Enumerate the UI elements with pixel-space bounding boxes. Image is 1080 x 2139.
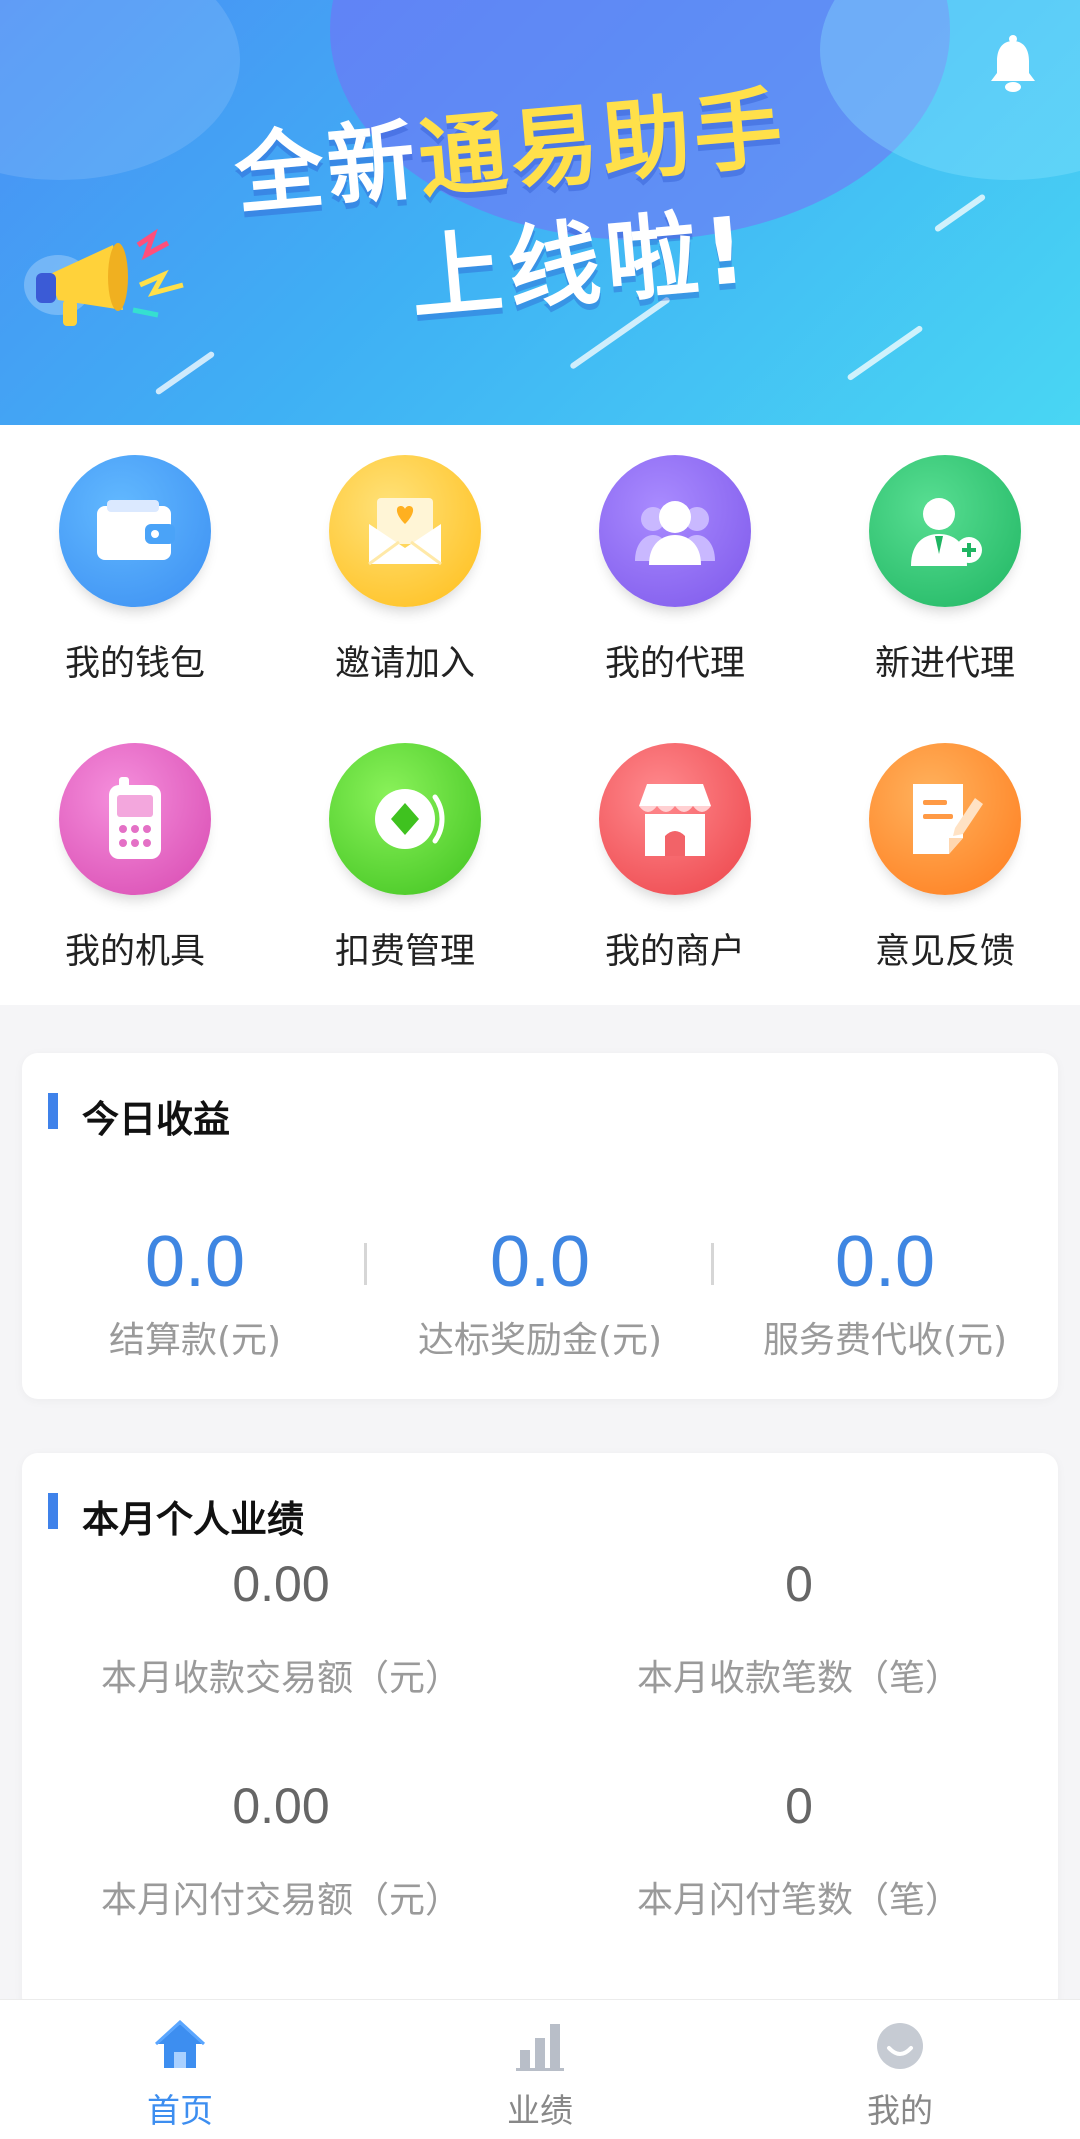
tab-home[interactable]: 首页 bbox=[0, 2000, 360, 2139]
stat-label: 服务费代收(元) bbox=[762, 1320, 1008, 1361]
menu-item-new-agents[interactable]: 新进代理 bbox=[810, 425, 1080, 695]
stat-value: 0.0 bbox=[144, 1222, 246, 1302]
stat-value: 0.00 bbox=[232, 1556, 330, 1612]
banner-decoration bbox=[154, 350, 216, 396]
section-title: 本月个人业绩 bbox=[82, 1498, 304, 1541]
stat-label: 达标奖励金(元) bbox=[417, 1320, 663, 1361]
menu-item-wallet[interactable]: 我的钱包 bbox=[0, 425, 270, 695]
banner-decoration bbox=[933, 193, 987, 233]
shop-icon bbox=[599, 743, 751, 895]
bar-chart-icon bbox=[516, 2024, 564, 2071]
banner-title-line2: 上线啦! bbox=[406, 196, 757, 333]
invite-envelope-icon bbox=[329, 455, 481, 607]
menu-item-label: 我的钱包 bbox=[64, 644, 205, 684]
tab-label: 业绩 bbox=[507, 2091, 573, 2130]
menu-item-my-agents[interactable]: 我的代理 bbox=[540, 425, 810, 695]
fee-coin-icon bbox=[329, 743, 481, 895]
promo-banner[interactable]: 全新通易助手 上线啦! bbox=[0, 0, 1080, 425]
tab-profile[interactable]: 我的 bbox=[720, 2000, 1080, 2139]
stat-value: 0.0 bbox=[489, 1222, 591, 1302]
today-earnings-card: 今日收益 0.0 结算款(元) 0.0 达标奖励金(元) 0.0 服务费代收(元… bbox=[22, 1053, 1058, 1399]
function-menu: 我的钱包 邀请加入 我的代理 新进代理 我的机具 扣费管理 我的商户 意见反馈 bbox=[0, 425, 1080, 1005]
add-agent-icon bbox=[869, 455, 1021, 607]
feedback-note-icon bbox=[869, 743, 1021, 895]
stat-value: 0 bbox=[785, 1778, 813, 1834]
stat-label: 结算款(元) bbox=[108, 1320, 282, 1361]
banner-decoration bbox=[0, 0, 240, 180]
menu-item-label: 我的机具 bbox=[64, 932, 205, 972]
bell-icon[interactable] bbox=[985, 35, 1041, 95]
stat-label: 本月闪付笔数（笔） bbox=[636, 1880, 961, 1921]
stat-label: 本月收款笔数（笔） bbox=[636, 1658, 961, 1699]
menu-item-my-devices[interactable]: 我的机具 bbox=[0, 713, 270, 983]
tab-label: 我的 bbox=[867, 2091, 933, 2130]
section-marker bbox=[48, 1493, 58, 1529]
home-icon bbox=[154, 2020, 206, 2068]
stat-label: 本月收款交易额（元） bbox=[100, 1658, 461, 1699]
menu-item-label: 扣费管理 bbox=[334, 932, 475, 972]
agents-icon bbox=[599, 455, 751, 607]
stat-value: 0.0 bbox=[834, 1222, 936, 1302]
wallet-icon bbox=[59, 455, 211, 607]
menu-item-fee-management[interactable]: 扣费管理 bbox=[270, 713, 540, 983]
menu-item-invite[interactable]: 邀请加入 bbox=[270, 425, 540, 695]
stat-label: 本月闪付交易额（元） bbox=[100, 1880, 461, 1921]
device-icon bbox=[59, 743, 211, 895]
stat-value: 0.00 bbox=[232, 1778, 330, 1834]
menu-item-label: 意见反馈 bbox=[874, 932, 1015, 972]
menu-item-label: 我的代理 bbox=[604, 644, 745, 684]
megaphone-icon bbox=[24, 228, 184, 326]
profile-icon bbox=[877, 2023, 923, 2069]
section-marker bbox=[48, 1093, 58, 1129]
bottom-tab-bar: 首页 业绩 我的 bbox=[0, 1999, 1080, 2139]
section-title: 今日收益 bbox=[82, 1098, 230, 1141]
menu-item-my-merchants[interactable]: 我的商户 bbox=[540, 713, 810, 983]
menu-item-label: 我的商户 bbox=[604, 932, 745, 972]
tab-label: 首页 bbox=[147, 2091, 213, 2130]
tab-performance[interactable]: 业绩 bbox=[360, 2000, 720, 2139]
stat-value: 0 bbox=[785, 1556, 813, 1612]
menu-item-label: 邀请加入 bbox=[334, 644, 475, 684]
menu-item-feedback[interactable]: 意见反馈 bbox=[810, 713, 1080, 983]
monthly-performance-card: 本月个人业绩 0.00 本月收款交易额（元） 0 本月收款笔数（笔） 0.00 … bbox=[22, 1453, 1058, 2013]
menu-item-label: 新进代理 bbox=[874, 644, 1015, 684]
banner-decoration bbox=[846, 324, 924, 382]
